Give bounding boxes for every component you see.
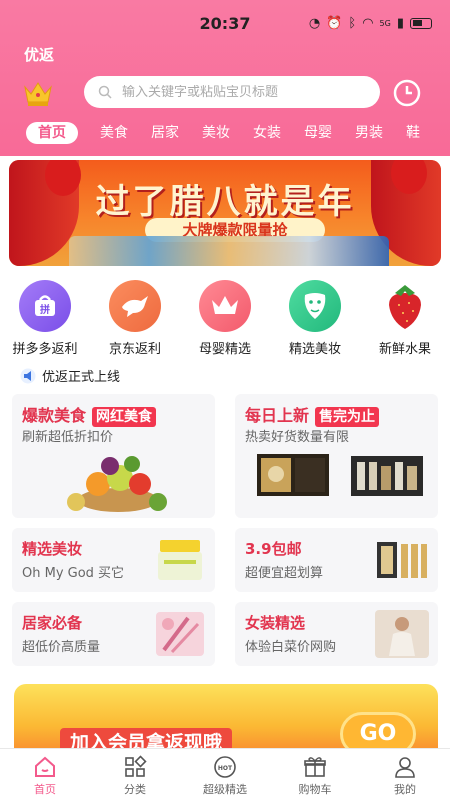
user-icon bbox=[395, 757, 415, 778]
header: 20:37 ◔ ⏰ ᛒ ◠ 5G ▮ 优返 输入关键字或粘贴宝贝标题 首页 美食… bbox=[0, 0, 450, 156]
nav-label: 分类 bbox=[124, 783, 146, 796]
category-label: 拼多多返利 bbox=[12, 342, 78, 357]
announcement-text: 优返正式上线 bbox=[42, 370, 121, 385]
card-title: 精选美妆 bbox=[22, 540, 83, 558]
card-title: 3.9包邮 bbox=[245, 540, 302, 558]
cosmetic-jar-image bbox=[158, 540, 202, 580]
search-input[interactable] bbox=[122, 84, 352, 100]
crown-icon bbox=[199, 280, 251, 332]
card-subtitle: 超低价高质量 bbox=[22, 640, 101, 655]
gift-cart-icon bbox=[304, 757, 326, 777]
banner-title: 过了腊八就是年 bbox=[95, 182, 355, 222]
fruit-basket-image bbox=[67, 456, 167, 512]
tab-food[interactable]: 美食 bbox=[100, 122, 128, 144]
promo-banner[interactable]: 过了腊八就是年 大牌爆款限量抢 bbox=[9, 160, 441, 266]
category-label: 母婴精选 bbox=[198, 342, 251, 357]
nav-super-picks[interactable]: HOT 超级精选 bbox=[180, 749, 270, 800]
nav-cart[interactable]: 购物车 bbox=[270, 749, 360, 800]
hot-badge-icon: HOT bbox=[214, 756, 236, 778]
card-free-shipping[interactable]: 3.9包邮 超便宜超划算 bbox=[235, 528, 438, 592]
card-title: 爆款美食 网红美食 bbox=[22, 402, 157, 427]
category-grid: 拼 拼多多返利 京东返利 母婴精选 精选美妆 新鲜水果 bbox=[0, 280, 450, 357]
speed-icon: ◔ bbox=[308, 16, 321, 31]
strawberry-icon bbox=[379, 280, 431, 332]
makeup-brushes-image bbox=[156, 612, 204, 656]
tab-womens-wear[interactable]: 女装 bbox=[253, 122, 281, 144]
search-icon bbox=[98, 85, 112, 99]
card-daily-new[interactable]: 每日上新 售完为止 热卖好货数量有限 bbox=[235, 394, 438, 518]
card-title: 女装精选 bbox=[245, 614, 306, 632]
tab-home[interactable]: 首页 bbox=[26, 122, 78, 144]
megaphone-icon bbox=[20, 368, 36, 383]
category-tabs: 首页 美食 居家 美妆 女装 母婴 男装 鞋 bbox=[26, 122, 443, 144]
status-bar: 20:37 ◔ ⏰ ᛒ ◠ 5G ▮ bbox=[0, 14, 450, 40]
category-pinduoduo[interactable]: 拼 拼多多返利 bbox=[0, 280, 90, 357]
category-fruit[interactable]: 新鲜水果 bbox=[360, 280, 450, 357]
bluetooth-icon: ᛒ bbox=[348, 16, 357, 31]
banner-products-image bbox=[69, 236, 389, 266]
nav-profile[interactable]: 我的 bbox=[360, 749, 450, 800]
battery-icon bbox=[410, 18, 432, 29]
model-photo-image bbox=[375, 610, 429, 658]
nav-label: 首页 bbox=[34, 783, 56, 796]
app-name: 优返 bbox=[24, 46, 55, 64]
signal-icon: ▮ bbox=[396, 16, 404, 31]
grid-icon bbox=[125, 755, 147, 777]
svg-text:HOT: HOT bbox=[218, 765, 233, 772]
category-label: 新鲜水果 bbox=[378, 342, 431, 357]
card-beauty-picks[interactable]: 精选美妆 Oh My God 买它 bbox=[12, 528, 215, 592]
card-title: 居家必备 bbox=[22, 614, 83, 632]
nav-label: 我的 bbox=[394, 783, 416, 796]
card-subtitle: 热卖好货数量有限 bbox=[245, 430, 350, 445]
tab-home-living[interactable]: 居家 bbox=[151, 122, 179, 144]
category-label: 京东返利 bbox=[108, 342, 161, 357]
product-kit-image bbox=[377, 542, 427, 578]
network-label: 5G bbox=[379, 19, 391, 28]
crown-icon[interactable] bbox=[22, 78, 54, 108]
tab-beauty[interactable]: 美妆 bbox=[202, 122, 230, 144]
card-home-essentials[interactable]: 居家必备 超低价高质量 bbox=[12, 602, 215, 666]
category-jd[interactable]: 京东返利 bbox=[90, 280, 180, 357]
category-baby[interactable]: 母婴精选 bbox=[180, 280, 270, 357]
card-womens-wear[interactable]: 女装精选 体验白菜价网购 bbox=[235, 602, 438, 666]
svg-text:拼: 拼 bbox=[40, 303, 50, 316]
app-screen: 20:37 ◔ ⏰ ᛒ ◠ 5G ▮ 优返 输入关键字或粘贴宝贝标题 首页 美食… bbox=[0, 0, 450, 800]
card-subtitle: 超便宜超划算 bbox=[245, 566, 324, 581]
card-tag: 网红美食 bbox=[92, 407, 157, 427]
announcement[interactable]: 优返正式上线 bbox=[20, 366, 120, 385]
card-tag: 售完为止 bbox=[315, 407, 380, 427]
history-clock-icon[interactable] bbox=[392, 78, 422, 108]
tab-shoes[interactable]: 鞋 bbox=[406, 122, 420, 144]
membership-banner[interactable]: 加入会员拿返现哦 GO bbox=[14, 684, 438, 754]
card-hot-food[interactable]: 爆款美食 网红美食 刷新超低折扣价 bbox=[12, 394, 215, 518]
category-label: 精选美妆 bbox=[288, 342, 341, 357]
home-icon bbox=[35, 756, 55, 777]
category-beauty[interactable]: 精选美妆 bbox=[270, 280, 360, 357]
tab-mens-wear[interactable]: 男装 bbox=[355, 122, 383, 144]
product-box-image bbox=[257, 454, 329, 496]
pinduoduo-icon: 拼 bbox=[19, 280, 71, 332]
product-set-image bbox=[351, 456, 423, 496]
alarm-icon: ⏰ bbox=[326, 16, 343, 31]
card-title: 每日上新 售完为止 bbox=[245, 402, 380, 427]
nav-home[interactable]: 首页 bbox=[0, 749, 90, 800]
face-mask-icon bbox=[289, 280, 341, 332]
nav-category[interactable]: 分类 bbox=[90, 749, 180, 800]
jd-dog-icon bbox=[109, 280, 161, 332]
wifi-icon: ◠ bbox=[362, 16, 374, 31]
search-bar[interactable] bbox=[84, 76, 380, 108]
nav-label: 购物车 bbox=[298, 783, 332, 796]
bottom-nav: 首页 分类 HOT 超级精选 购物车 我的 bbox=[0, 748, 450, 800]
tab-baby[interactable]: 母婴 bbox=[304, 122, 332, 144]
nav-label: 超级精选 bbox=[203, 783, 247, 796]
card-subtitle: 体验白菜价网购 bbox=[245, 640, 337, 655]
status-icons: ◔ ⏰ ᛒ ◠ 5G ▮ bbox=[309, 16, 432, 31]
card-subtitle: Oh My God 买它 bbox=[22, 566, 125, 581]
